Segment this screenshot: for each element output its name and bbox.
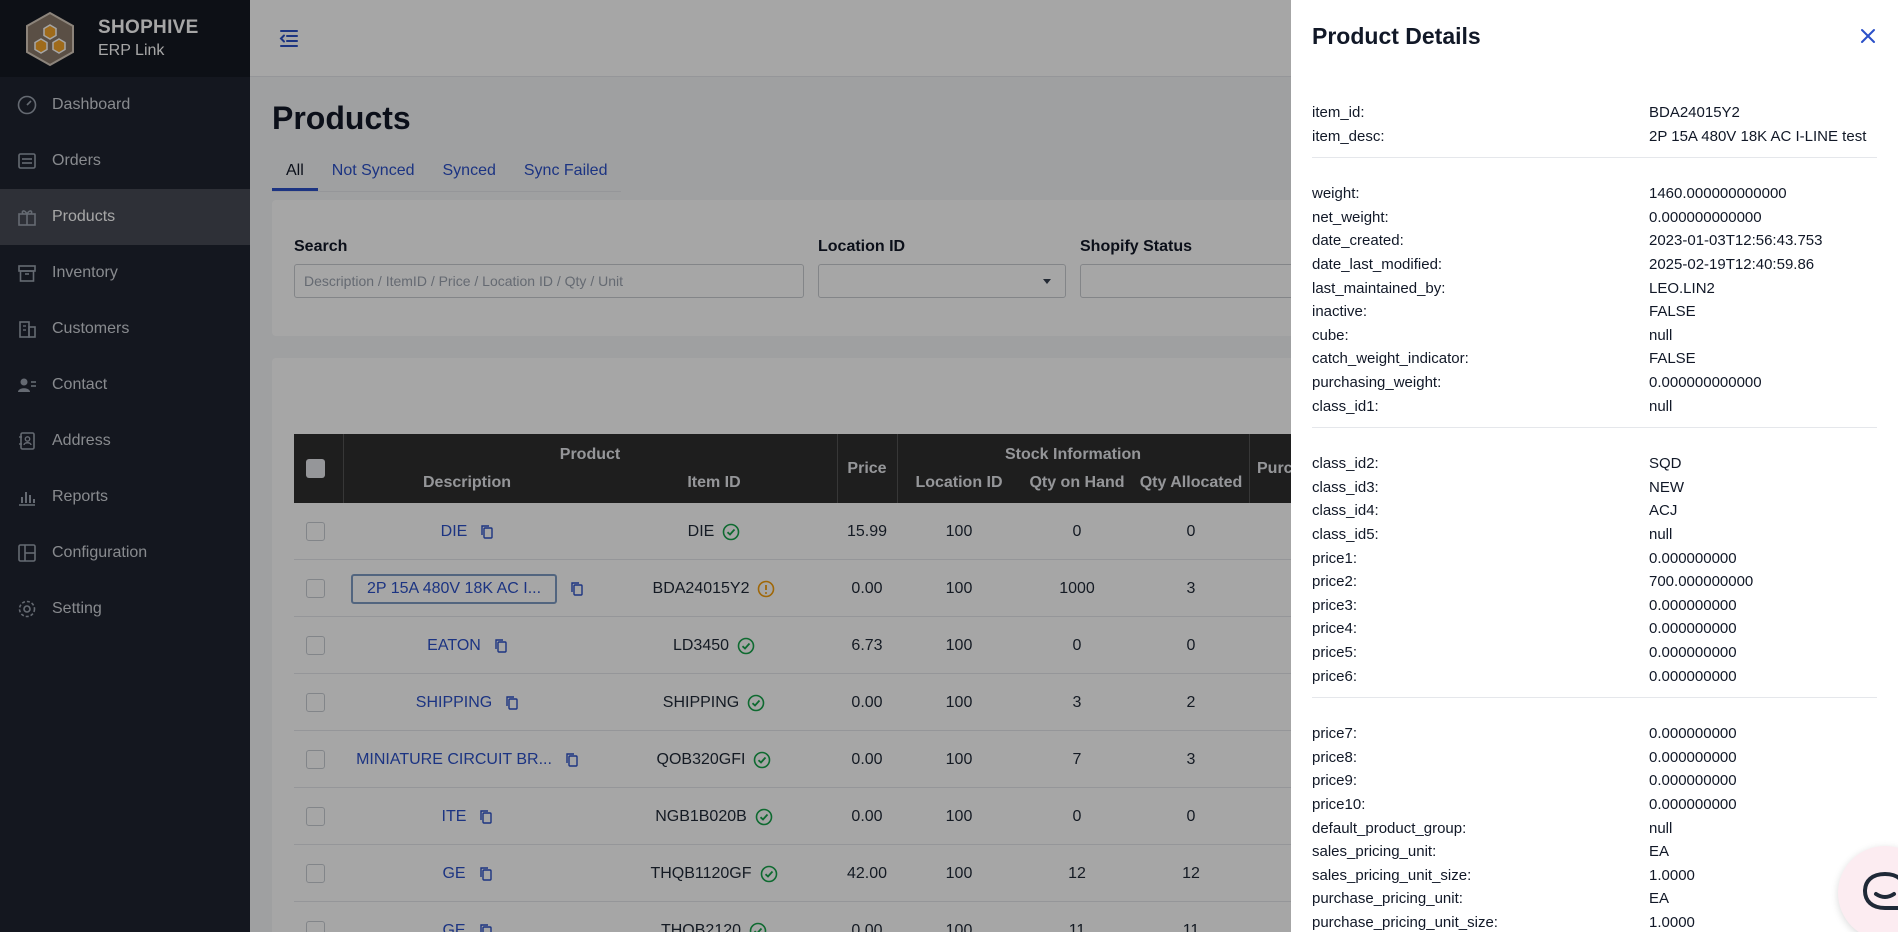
detail-value: null <box>1649 526 1673 543</box>
detail-value: 1.0000 <box>1649 914 1695 931</box>
detail-label: purchasing_weight: <box>1312 374 1442 391</box>
detail-value: 0.000000000 <box>1649 549 1737 567</box>
detail-value: 0.000000000 <box>1649 725 1737 743</box>
detail-value: 0.000000000 <box>1649 620 1737 638</box>
detail-value: LEO.LIN2 <box>1649 279 1715 297</box>
detail-value: null <box>1649 819 1673 837</box>
detail-value: FALSE <box>1649 350 1696 368</box>
detail-value: NEW <box>1649 478 1684 496</box>
detail-value: 2025-02-19T12:40:59.86 <box>1649 256 1815 273</box>
detail-value: 0.000000000000 <box>1649 374 1762 391</box>
detail-label: cube: <box>1312 326 1349 344</box>
detail-label: price4: <box>1312 620 1358 638</box>
detail-label: catch_weight_indicator: <box>1312 350 1469 368</box>
chat-icon <box>1863 872 1898 912</box>
detail-value: 0.000000000 <box>1649 596 1737 614</box>
detail-value: FALSE <box>1649 303 1696 321</box>
detail-label: price1: <box>1312 549 1358 567</box>
detail-label: class_id3: <box>1312 478 1379 496</box>
detail-value: SQD <box>1649 455 1682 473</box>
detail-label: price3: <box>1312 596 1358 614</box>
detail-value: 0.000000000 <box>1649 772 1737 790</box>
detail-value: 0.000000000 <box>1649 667 1737 685</box>
detail-label: price2: <box>1312 573 1358 591</box>
detail-value: 700.000000000 <box>1649 573 1754 591</box>
detail-value: 0.000000000000 <box>1649 208 1762 226</box>
detail-label: sales_pricing_unit: <box>1312 843 1437 861</box>
detail-label: purchase_pricing_unit: <box>1312 890 1463 908</box>
detail-label: sales_pricing_unit_size: <box>1312 866 1472 884</box>
detail-value: null <box>1649 397 1673 415</box>
detail-label: class_id2: <box>1312 455 1379 473</box>
detail-value: ACJ <box>1649 502 1678 520</box>
detail-label: price5: <box>1312 644 1358 661</box>
detail-label: price7: <box>1312 725 1358 743</box>
detail-label: date_created: <box>1312 232 1404 250</box>
detail-value: 0.000000000 <box>1649 644 1737 661</box>
detail-label: weight: <box>1312 185 1360 203</box>
product-details-drawer: Product Details item_id: BDA24015Y2 item_d… <box>1291 0 1898 932</box>
detail-value: 2023-01-03T12:56:43.753 <box>1649 232 1823 250</box>
detail-label: last_maintained_by: <box>1312 279 1446 297</box>
divider <box>1312 697 1877 699</box>
detail-value: null <box>1649 326 1673 344</box>
detail-value: 1.0000 <box>1649 866 1695 884</box>
detail-value: 0.000000000 <box>1649 796 1737 813</box>
detail-label: price10: <box>1312 796 1366 813</box>
detail-value: 2P 15A 480V 18K AC I-LINE test <box>1649 127 1867 145</box>
detail-label: class_id4: <box>1312 502 1379 520</box>
detail-label: price6: <box>1312 667 1358 685</box>
detail-label: net_weight: <box>1312 208 1389 226</box>
detail-label: item_desc: <box>1312 127 1385 145</box>
close-icon[interactable] <box>1858 26 1878 46</box>
detail-value: BDA24015Y2 <box>1649 104 1740 121</box>
divider <box>1312 157 1877 159</box>
detail-label: price8: <box>1312 748 1358 766</box>
detail-value: EA <box>1649 890 1670 908</box>
detail-label: class_id5: <box>1312 526 1379 543</box>
divider <box>1312 427 1877 429</box>
detail-value: 0.000000000 <box>1649 748 1737 766</box>
detail-label: class_id1: <box>1312 397 1379 415</box>
detail-value: EA <box>1649 843 1670 861</box>
detail-label: purchase_pricing_unit_size: <box>1312 914 1498 931</box>
detail-label: price9: <box>1312 772 1358 790</box>
detail-label: item_id: <box>1312 104 1365 121</box>
detail-label: inactive: <box>1312 303 1368 321</box>
drawer-title: Product Details <box>1312 23 1481 49</box>
detail-value: 1460.000000000000 <box>1649 185 1787 203</box>
detail-label: default_product_group: <box>1312 819 1467 837</box>
detail-label: date_last_modified: <box>1312 256 1443 273</box>
